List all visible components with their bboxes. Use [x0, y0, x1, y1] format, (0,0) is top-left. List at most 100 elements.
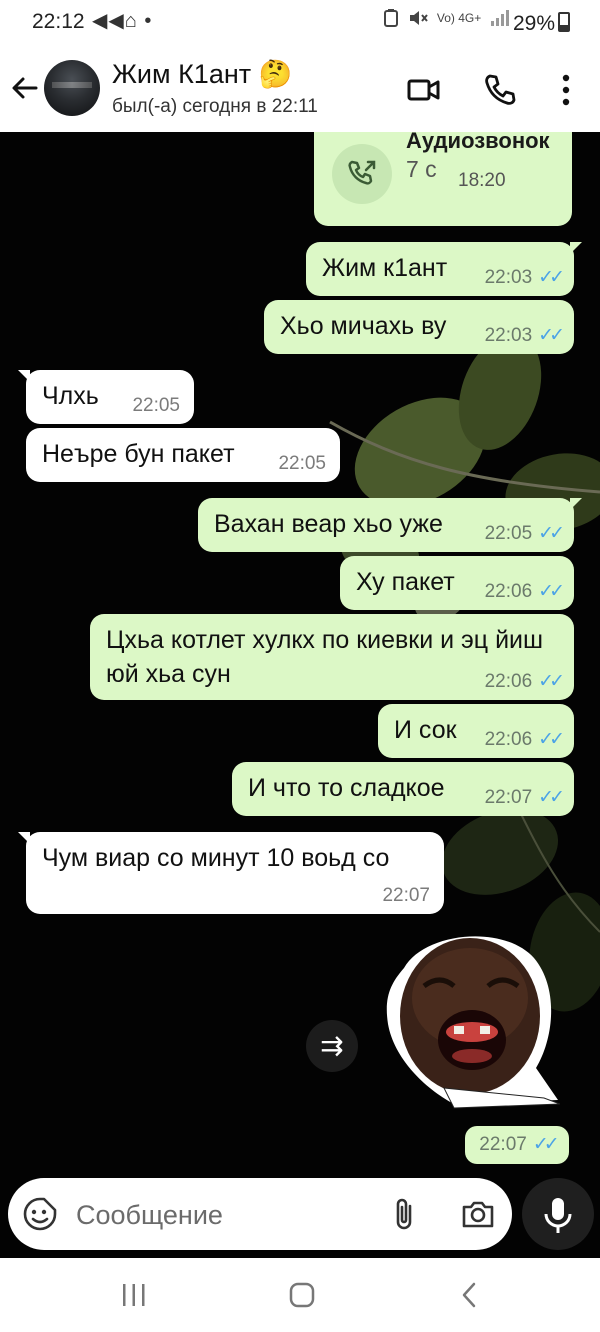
read-ticks-icon: ✓✓ — [538, 325, 565, 346]
message-box — [8, 1178, 512, 1250]
read-ticks-icon: ✓✓ — [538, 267, 565, 288]
battery-saver-icon — [384, 9, 398, 27]
read-ticks-icon: ✓✓ — [538, 729, 565, 750]
read-ticks-icon: ✓✓ — [538, 523, 565, 544]
message-time: 22:03 — [484, 325, 533, 346]
message-text: Неъре бун пакет — [42, 440, 235, 468]
message-meta: 22:05 ✓✓ — [484, 523, 565, 544]
message-list[interactable]: Аудиозвонок 7 с 18:20 Жим к1ант 22:03 ✓✓ … — [0, 132, 600, 1176]
arrow-left-icon — [12, 77, 38, 99]
message-text: Ху пакет — [356, 568, 455, 596]
message-time: 22:07 — [382, 885, 430, 906]
forward-icon: ⇉ — [320, 1030, 344, 1061]
signal-icon — [490, 10, 509, 26]
read-ticks-icon: ✓✓ — [538, 671, 565, 692]
message-input[interactable] — [74, 1194, 378, 1236]
call-duration: 7 с — [406, 156, 437, 182]
message-outgoing[interactable]: И что то сладкое 22:07 ✓✓ — [232, 762, 574, 816]
message-text: Вахан веар хьо уже — [214, 510, 443, 538]
forward-button[interactable]: ⇉ — [306, 1020, 358, 1072]
message-text: Хьо мичахь ву — [280, 312, 447, 340]
message-meta: 22:03 ✓✓ — [484, 325, 565, 346]
notification-icons: ◀◀⌂ • — [92, 10, 153, 32]
home-icon — [289, 1282, 315, 1308]
message-meta: 22:06 ✓✓ — [484, 729, 565, 750]
mute-icon — [410, 11, 429, 25]
message-text: И сок — [394, 716, 457, 744]
network-label: Vo) 4G+ — [436, 11, 482, 25]
composer-bar — [0, 1176, 600, 1258]
message-outgoing[interactable]: Цхьа котлет хулкх по киевки и эц йиш юй … — [90, 614, 574, 700]
more-vertical-icon — [562, 74, 570, 106]
system-navigation-bar — [0, 1258, 600, 1332]
message-text: Жим к1ант — [322, 254, 448, 282]
voice-call-button[interactable] — [482, 72, 518, 108]
contact-name[interactable]: Жим К1ант 🤔 — [112, 58, 292, 90]
audio-call-bubble[interactable]: Аудиозвонок 7 с 18:20 — [314, 132, 572, 226]
message-outgoing[interactable]: Вахан веар хьо уже 22:05 ✓✓ — [198, 498, 582, 552]
call-title: Аудиозвонок — [406, 132, 550, 153]
read-ticks-icon: ✓✓ — [538, 787, 565, 808]
recent-apps-icon — [123, 1284, 145, 1306]
microphone-icon — [544, 1198, 572, 1233]
battery-status: 29% — [513, 10, 570, 36]
contact-name-text: Жим К1ант — [112, 59, 252, 89]
message-meta: 22:06 ✓✓ — [484, 581, 565, 602]
message-text: Цхьа котлет хулкх по киевки и эц йиш юй … — [106, 626, 544, 688]
system-back-button[interactable] — [452, 1280, 488, 1312]
chevron-left-icon — [462, 1282, 476, 1308]
camera-icon — [462, 1201, 494, 1228]
sticker-smiley-icon — [23, 1197, 57, 1231]
crying-face-sticker[interactable] — [384, 928, 560, 1118]
more-options-button[interactable] — [554, 72, 578, 108]
emoji-button[interactable] — [22, 1196, 58, 1232]
message-time: 22:06 — [484, 671, 533, 692]
outgoing-call-icon — [348, 160, 376, 185]
message-time: 22:03 — [484, 267, 533, 288]
message-outgoing[interactable]: Хьо мичахь ву 22:03 ✓✓ — [264, 300, 574, 354]
battery-percent: 29% — [512, 12, 555, 35]
message-text: Члхь — [42, 382, 99, 410]
message-meta: 22:03 ✓✓ — [484, 267, 565, 288]
read-ticks-icon: ✓✓ — [532, 1134, 560, 1155]
whatsapp-chat-screen: 22:12 ◀◀⌂ • Vo) 4G+ 29% Жим К1ант 🤔 был(… — [0, 0, 600, 1332]
read-ticks-icon: ✓✓ — [538, 581, 565, 602]
message-time: 22:05 — [132, 395, 180, 416]
thinking-emoji: 🤔 — [258, 59, 293, 89]
home-button[interactable] — [284, 1280, 320, 1312]
message-outgoing[interactable]: И сок 22:06 ✓✓ — [378, 704, 574, 758]
message-incoming[interactable]: Неъре бун пакет 22:05 — [26, 428, 340, 482]
camera-button[interactable] — [460, 1196, 496, 1232]
recent-apps-button[interactable] — [116, 1280, 152, 1312]
back-button[interactable] — [10, 68, 40, 108]
message-outgoing[interactable]: Жим к1ант 22:03 ✓✓ — [306, 242, 582, 296]
status-time: 22:12 — [32, 10, 85, 33]
avatar[interactable] — [44, 60, 100, 116]
battery-icon — [558, 12, 570, 32]
message-incoming[interactable]: Члхь 22:05 — [18, 370, 194, 424]
voice-message-button[interactable] — [522, 1178, 594, 1250]
sticker-time: 22:07 — [479, 1134, 527, 1155]
message-time: 22:06 — [484, 581, 533, 602]
sticker-meta: 22:07 ✓✓ — [465, 1126, 569, 1164]
status-bar: 22:12 ◀◀⌂ • Vo) 4G+ 29% — [0, 0, 600, 46]
message-meta: 22:07 ✓✓ — [484, 787, 565, 808]
message-outgoing[interactable]: Ху пакет 22:06 ✓✓ — [340, 556, 574, 610]
call-icon-circle — [332, 144, 392, 204]
attach-button[interactable] — [390, 1196, 420, 1232]
paperclip-icon — [396, 1198, 412, 1230]
video-camera-icon — [407, 79, 440, 101]
message-time: 22:05 — [484, 523, 533, 544]
message-time: 22:05 — [278, 453, 326, 474]
message-time: 22:07 — [484, 787, 533, 808]
message-meta: 22:06 ✓✓ — [484, 671, 565, 692]
message-time: 22:06 — [484, 729, 533, 750]
phone-icon — [485, 74, 516, 105]
network-icons: Vo) 4G+ — [384, 9, 510, 27]
last-seen-status: был(-а) сегодня в 22:11 — [112, 96, 318, 117]
message-incoming[interactable]: Чум виар со минут 10 воьд со 22:07 — [18, 832, 444, 914]
call-time: 18:20 — [458, 170, 506, 191]
message-text: И что то сладкое — [248, 774, 445, 802]
video-call-button[interactable] — [406, 72, 442, 108]
chat-header: Жим К1ант 🤔 был(-а) сегодня в 22:11 — [0, 46, 600, 133]
